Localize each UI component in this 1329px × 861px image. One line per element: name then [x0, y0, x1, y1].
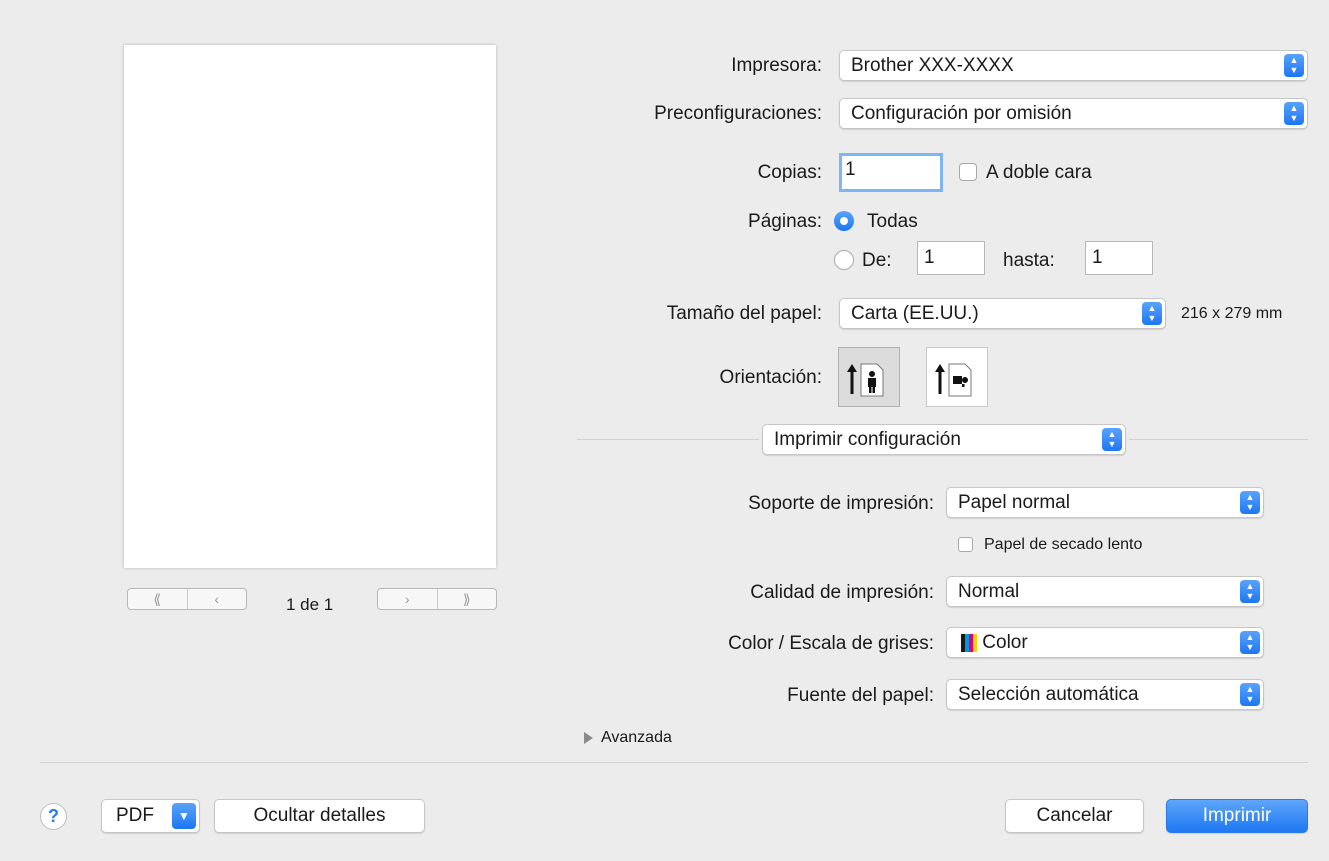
presets-select[interactable]: Configuración por omisión ▲ ▼: [839, 98, 1308, 129]
printer-value: Brother XXX-XXXX: [851, 55, 1014, 76]
quality-label: Calidad de impresión:: [750, 582, 934, 603]
pdf-menu-button[interactable]: PDF ▼: [101, 799, 200, 833]
print-button[interactable]: Imprimir: [1166, 799, 1308, 833]
section-select[interactable]: Imprimir configuración ▲ ▼: [762, 424, 1126, 455]
next-page-button[interactable]: ›: [378, 589, 437, 609]
slow-drying-label: Papel de secado lento: [984, 536, 1143, 553]
paper-size-dimensions: 216 x 279 mm: [1181, 305, 1283, 322]
media-type-value: Papel normal: [958, 492, 1070, 513]
paper-size-select[interactable]: Carta (EE.UU.) ▲ ▼: [839, 298, 1166, 329]
up-down-chevron-icon: ▲ ▼: [1240, 631, 1260, 654]
quality-select[interactable]: Normal ▲ ▼: [946, 576, 1264, 607]
color-bars-icon: [961, 632, 977, 653]
quality-value: Normal: [958, 581, 1020, 602]
disclosure-triangle-icon[interactable]: [584, 732, 593, 744]
help-button[interactable]: ?: [40, 803, 67, 830]
first-page-button[interactable]: ⟪: [128, 589, 187, 609]
media-type-label: Soporte de impresión:: [748, 493, 934, 514]
landscape-orientation-button[interactable]: [926, 347, 988, 407]
page-indicator: 1 de 1: [286, 595, 334, 614]
presets-value: Configuración por omisión: [851, 103, 1072, 124]
paper-source-label: Fuente del papel:: [787, 685, 934, 706]
pages-to-label: hasta:: [1003, 250, 1055, 271]
up-down-chevron-icon: ▲ ▼: [1284, 54, 1304, 77]
up-down-chevron-icon: ▲ ▼: [1284, 102, 1304, 125]
landscape-orientation-icon: [935, 363, 972, 397]
up-down-chevron-icon: ▲ ▼: [1240, 683, 1260, 706]
portrait-orientation-icon: [847, 363, 884, 397]
paper-size-label: Tamaño del papel:: [666, 303, 822, 324]
advanced-label[interactable]: Avanzada: [601, 729, 672, 747]
pdf-label: PDF: [116, 805, 154, 826]
up-down-chevron-icon: ▲ ▼: [1240, 491, 1260, 514]
pages-range-radio[interactable]: [834, 250, 854, 270]
section-value: Imprimir configuración: [774, 429, 961, 450]
preview-nav-forward-group: › ⟫: [377, 588, 497, 610]
pages-to-input[interactable]: 1: [1085, 241, 1153, 275]
copies-label: Copias:: [757, 162, 822, 183]
slow-drying-checkbox[interactable]: [958, 537, 973, 552]
pages-all-radio[interactable]: [834, 211, 854, 231]
orientation-label: Orientación:: [719, 367, 822, 388]
page-preview: [124, 45, 496, 568]
pages-from-input[interactable]: 1: [917, 241, 985, 275]
two-sided-checkbox[interactable]: [959, 163, 977, 181]
up-down-chevron-icon: ▲ ▼: [1240, 580, 1260, 603]
color-mode-label: Color / Escala de grises:: [728, 633, 934, 654]
media-type-select[interactable]: Papel normal ▲ ▼: [946, 487, 1264, 518]
printer-select[interactable]: Brother XXX-XXXX ▲ ▼: [839, 50, 1308, 81]
portrait-orientation-button[interactable]: [838, 347, 900, 407]
last-page-button[interactable]: ⟫: [436, 589, 497, 609]
paper-source-select[interactable]: Selección automática ▲ ▼: [946, 679, 1264, 710]
pages-from-label: De:: [862, 250, 892, 271]
color-mode-value-wrap: Color: [961, 628, 1028, 657]
chevron-down-icon: ▼: [172, 803, 196, 829]
pages-all-label: Todas: [867, 211, 918, 232]
color-mode-value: Color: [982, 632, 1028, 653]
presets-label: Preconfiguraciones:: [654, 103, 822, 124]
color-mode-select[interactable]: Color ▲ ▼: [946, 627, 1264, 658]
paper-size-value: Carta (EE.UU.): [851, 303, 979, 324]
printer-label: Impresora:: [731, 55, 822, 76]
copies-input[interactable]: 1: [839, 153, 943, 192]
section-divider-right: [1129, 439, 1308, 440]
cancel-button[interactable]: Cancelar: [1005, 799, 1144, 833]
section-divider-left: [577, 439, 759, 440]
two-sided-label: A doble cara: [986, 162, 1092, 183]
up-down-chevron-icon: ▲ ▼: [1102, 428, 1122, 451]
pages-label: Páginas:: [748, 211, 822, 232]
paper-source-value: Selección automática: [958, 684, 1139, 705]
footer-divider: [40, 762, 1308, 763]
up-down-chevron-icon: ▲ ▼: [1142, 302, 1162, 325]
previous-page-button[interactable]: ‹: [186, 589, 247, 609]
hide-details-button[interactable]: Ocultar detalles: [214, 799, 425, 833]
preview-nav-back-group: ⟪ ‹: [127, 588, 247, 610]
